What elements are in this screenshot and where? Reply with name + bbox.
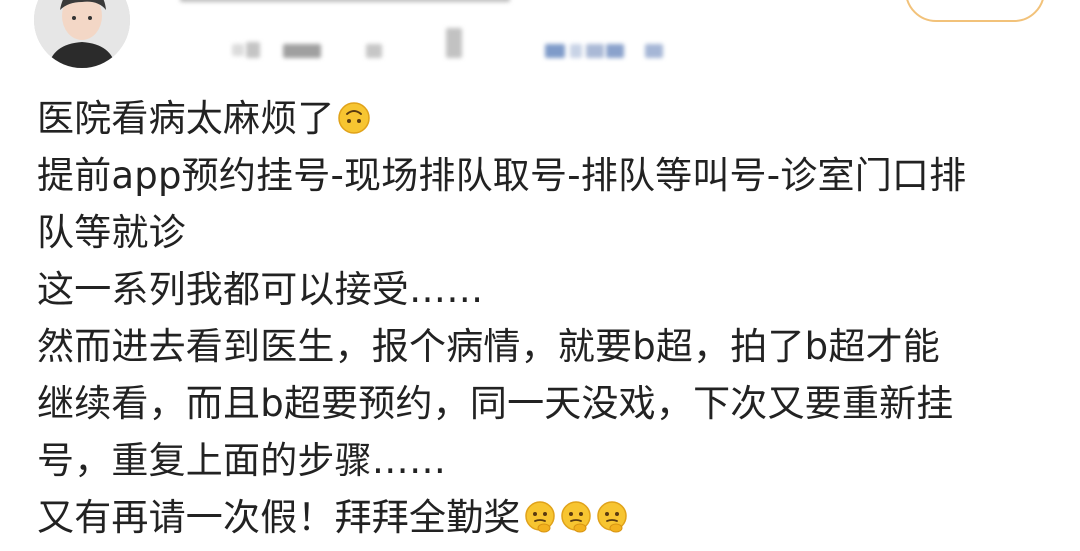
blurred-meta: [446, 28, 462, 58]
blurred-meta: [586, 44, 604, 58]
blurred-username: [180, 0, 510, 2]
thinking-face-icon: [560, 501, 591, 533]
follow-button[interactable]: [905, 0, 1045, 22]
author-avatar[interactable]: [34, 0, 130, 68]
post-line: 这一系列我都可以接受……: [37, 268, 484, 311]
blurred-meta: [545, 44, 565, 58]
post-text: 医院看病太麻烦了 提前app预约挂号-现场排队取号-排队等叫号-诊室门口排 队等…: [37, 90, 1057, 546]
blurred-meta: [232, 44, 244, 56]
post-line: 继续看，而且b超要预约，同一天没戏，下次又要重新挂: [37, 382, 954, 425]
blurred-meta: [606, 44, 624, 58]
upside-down-face-icon: [337, 102, 370, 134]
post-line: 提前app预约挂号-现场排队取号-排队等叫号-诊室门口排: [37, 154, 967, 197]
post-header: [0, 0, 1080, 80]
blurred-meta: [645, 44, 663, 58]
blurred-meta: [283, 44, 321, 58]
avatar-image-icon: [34, 0, 130, 68]
post-line: 又有再请一次假！拜拜全勤奖: [37, 489, 1057, 546]
post-line: 然而进去看到医生，报个病情，就要b超，拍了b超才能: [37, 325, 940, 368]
blurred-meta: [366, 44, 382, 58]
thinking-face-icon: [596, 501, 627, 533]
thinking-face-icon: [524, 501, 555, 533]
blurred-meta: [570, 44, 582, 58]
post-line-text: 又有再请一次假！拜拜全勤奖: [37, 496, 521, 539]
post-line: 队等就诊: [37, 211, 186, 254]
post-line: 号，重复上面的步骤……: [37, 439, 447, 482]
post-line-text: 医院看病太麻烦了: [37, 97, 335, 140]
post-line: 医院看病太麻烦了: [37, 90, 1057, 147]
blurred-meta: [246, 42, 260, 58]
